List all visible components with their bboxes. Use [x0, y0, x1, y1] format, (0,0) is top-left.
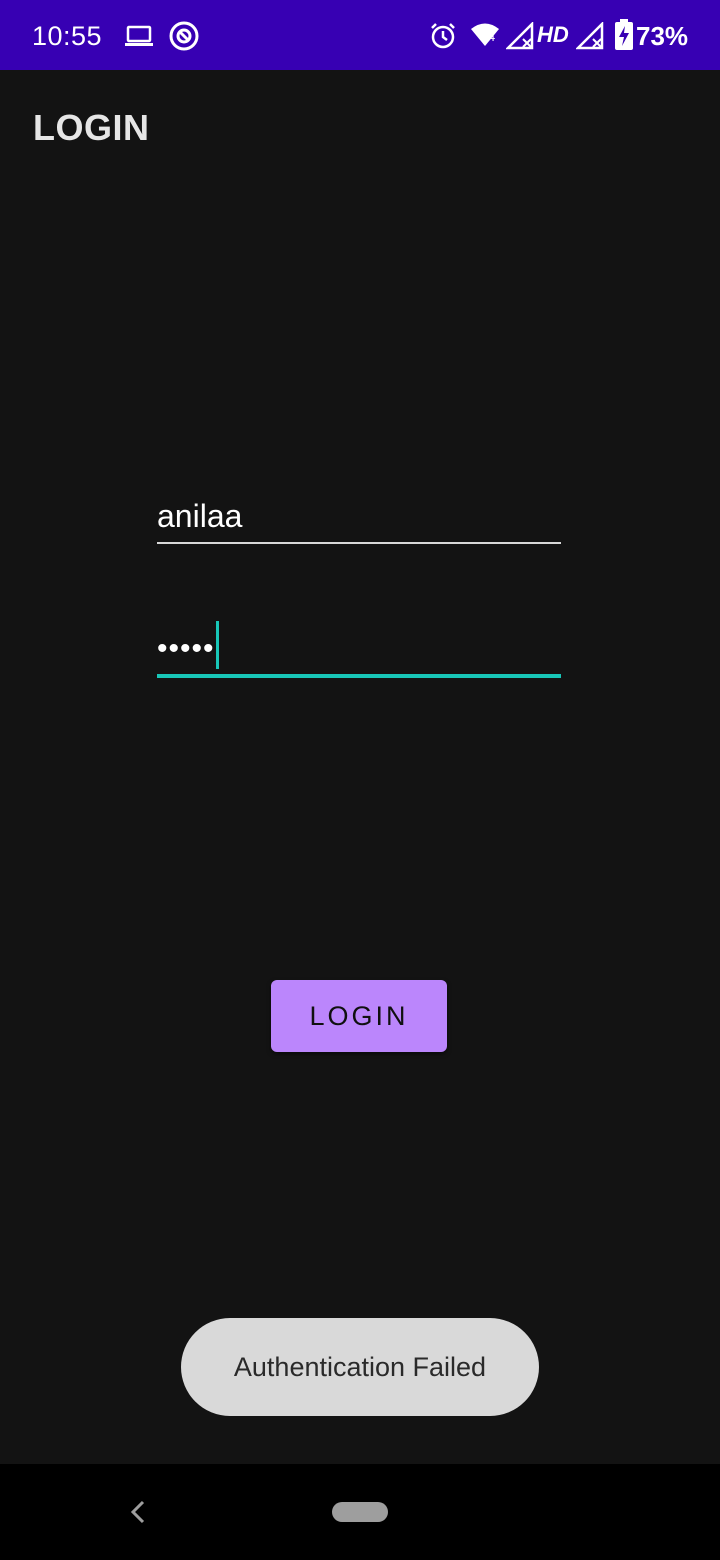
wifi-badge: 4 [488, 29, 496, 44]
signal-icon [504, 20, 536, 55]
battery-charging-icon [614, 19, 634, 56]
username-underline [157, 542, 561, 544]
password-field[interactable]: ••••• [157, 620, 561, 678]
username-field[interactable]: anilaa [157, 495, 561, 544]
password-underline [157, 674, 561, 678]
signal-icon [574, 20, 606, 55]
wifi-icon [470, 22, 504, 53]
alarm-icon [428, 21, 458, 56]
login-button[interactable]: LOGIN [271, 980, 447, 1052]
status-time: 10:55 [32, 21, 103, 51]
username-value: anilaa [157, 498, 243, 534]
home-pill[interactable] [332, 1502, 388, 1522]
text-cursor [216, 621, 219, 669]
navigation-bar [0, 1464, 720, 1560]
toast-message: Authentication Failed [181, 1318, 539, 1416]
vpn-at-icon [168, 20, 200, 57]
password-mask: ••••• [157, 632, 215, 665]
page-title: LOGIN [33, 107, 150, 148]
status-bar: 10:55 4 HD 73% [0, 0, 720, 70]
back-icon[interactable] [128, 1498, 148, 1526]
battery-percent: 73% [636, 21, 689, 51]
network-type-label: HD [537, 22, 569, 47]
laptop-icon [124, 24, 154, 53]
